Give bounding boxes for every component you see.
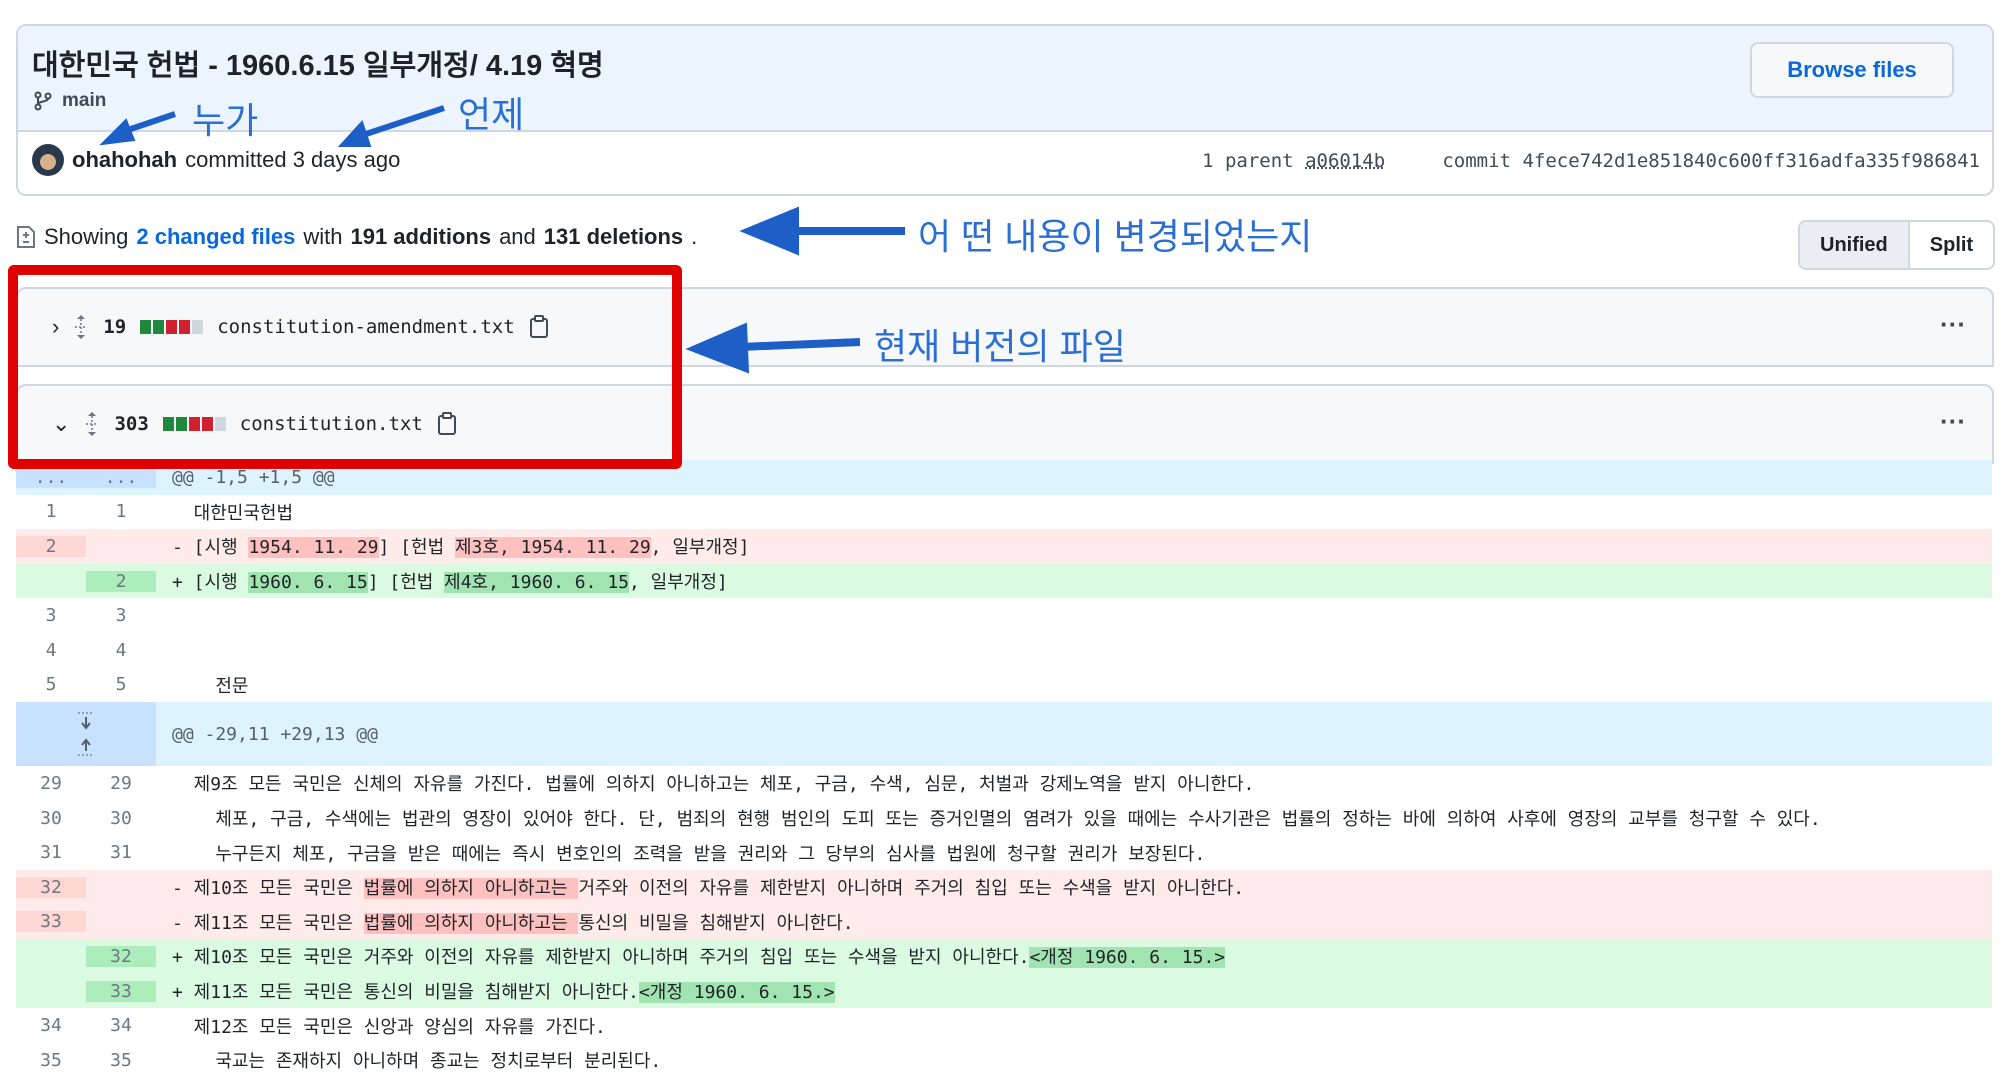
annotation-current-file: 현재 버전의 파일 <box>874 326 1126 367</box>
annotation-when: 언제 <box>458 94 525 135</box>
annotation-arrows <box>99 105 905 374</box>
annotation-what: 어 떤 내용이 변경되었는지 <box>918 216 1313 257</box>
annotation-who: 누가 <box>192 100 259 141</box>
annotation-arrow-current <box>739 338 861 351</box>
annotation-arrow-when <box>359 105 445 139</box>
